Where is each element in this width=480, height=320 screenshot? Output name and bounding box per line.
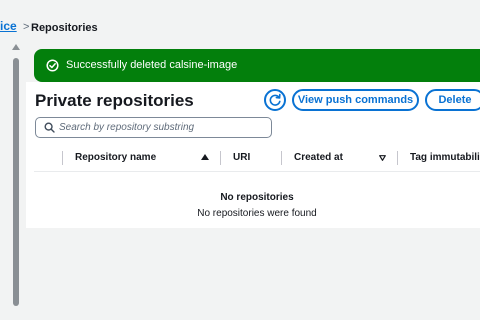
search-input[interactable]: Search by repository substring — [35, 117, 272, 138]
column-header-uri[interactable]: URI — [233, 152, 250, 164]
check-circle-icon — [46, 59, 59, 72]
column-divider[interactable] — [62, 151, 63, 165]
column-header-tag-immutability[interactable]: Tag immutabili — [410, 152, 480, 164]
sort-descending-icon[interactable] — [379, 155, 386, 161]
breadcrumb-parent-link[interactable]: ice — [0, 19, 17, 33]
success-flash-banner: Successfully deleted calsine-image — [34, 49, 480, 82]
breadcrumb-separator-icon: > — [23, 21, 30, 33]
scrollbar-thumb[interactable] — [13, 58, 19, 306]
flash-message: Successfully deleted calsine-image — [66, 59, 238, 71]
column-divider[interactable] — [220, 151, 221, 165]
empty-state-title: No repositories — [220, 192, 294, 203]
column-header-created-at[interactable]: Created at — [294, 152, 343, 164]
delete-button[interactable]: Delete — [425, 89, 480, 111]
sort-ascending-icon[interactable] — [201, 154, 209, 160]
column-header-repository-name[interactable]: Repository name — [75, 152, 156, 164]
view-push-commands-button[interactable]: View push commands — [292, 89, 419, 111]
scroll-up-arrow-icon[interactable] — [12, 44, 20, 50]
page-title: Private repositories — [35, 91, 194, 110]
refresh-button[interactable] — [264, 89, 286, 111]
column-divider[interactable] — [281, 151, 282, 165]
breadcrumb-current: Repositories — [31, 22, 98, 34]
search-icon — [44, 122, 55, 133]
refresh-icon — [269, 93, 281, 106]
empty-state-message: No repositories were found — [197, 208, 317, 219]
column-divider[interactable] — [397, 151, 398, 165]
table-header-divider — [34, 171, 480, 172]
search-placeholder: Search by repository substring — [59, 122, 195, 133]
